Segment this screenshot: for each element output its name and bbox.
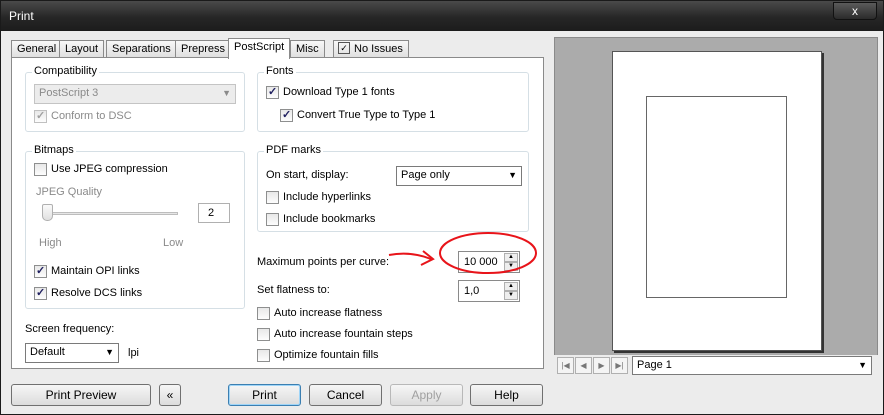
convert-truetype-checkbox[interactable] [280,108,293,122]
tab-misc[interactable]: Misc [290,40,325,58]
bitmaps-label: Bitmaps [32,144,76,156]
first-page-icon[interactable]: |◀ [557,357,574,374]
maintain-opi-checkbox[interactable] [34,264,47,278]
tab-general[interactable]: General [11,40,63,58]
compatibility-group: Compatibility PostScript 3 ▼ Conform to … [25,65,245,132]
page-select[interactable]: Page 1 ▼ [632,356,872,375]
compatibility-label: Compatibility [32,65,99,77]
include-bookmarks-checkbox[interactable] [266,213,279,226]
optimize-fountain-label: Optimize fountain fills [274,349,379,361]
apply-button[interactable]: Apply [390,384,463,406]
auto-fountain-checkbox[interactable] [257,328,270,341]
next-page-icon[interactable]: ▶ [593,357,610,374]
jpeg-quality-slider-thumb[interactable] [42,204,53,221]
auto-fountain-label: Auto increase fountain steps [274,328,413,340]
conform-dsc-label: Conform to DSC [51,110,132,122]
postscript-panel: Compatibility PostScript 3 ▼ Conform to … [11,57,544,369]
pdf-marks-label: PDF marks [264,144,323,156]
preview-page [612,51,822,351]
chevron-down-icon: ▼ [105,347,114,357]
include-bookmarks-label: Include bookmarks [283,213,376,225]
collapse-preview-button[interactable]: « [159,384,181,406]
start-display-select[interactable]: Page only ▼ [396,166,522,186]
maintain-opi-label: Maintain OPI links [51,265,140,277]
download-type1-checkbox[interactable] [266,85,279,99]
start-display-label: On start, display: [266,169,349,181]
max-points-value: 10 000 [464,256,498,268]
print-button[interactable]: Print [228,384,301,406]
start-display-value: Page only [401,169,450,181]
resolve-dcs-checkbox[interactable] [34,286,47,300]
flatness-label: Set flatness to: [257,284,330,296]
screen-frequency-select[interactable]: Default ▼ [25,343,119,363]
include-hyperlinks-label: Include hyperlinks [283,191,372,203]
print-preview-pane [554,37,878,377]
spin-down-icon[interactable]: ▼ [504,262,518,271]
spin-down-icon[interactable]: ▼ [504,291,518,300]
checklist-icon: ✓ [338,42,350,54]
download-type1-label: Download Type 1 fonts [283,86,395,98]
flatness-value: 1,0 [464,285,480,297]
preview-navigation: |◀ ◀ ▶ ▶| Page 1 ▼ [554,355,878,377]
spin-up-icon[interactable]: ▲ [504,253,518,262]
tab-prepress[interactable]: Prepress [175,40,232,58]
tab-layout[interactable]: Layout [59,40,105,58]
spin-up-icon[interactable]: ▲ [504,282,518,291]
print-preview-button[interactable]: Print Preview [11,384,151,406]
chevron-down-icon: ▼ [222,88,231,98]
max-points-input[interactable]: 10 000 ▲ ▼ [458,251,520,273]
last-page-icon[interactable]: ▶| [611,357,628,374]
window-title: Print [9,9,34,23]
fonts-label: Fonts [264,65,296,77]
postscript-level-select[interactable]: PostScript 3 ▼ [34,84,236,104]
slider-high-label: High [39,237,62,249]
max-points-label: Maximum points per curve: [257,256,390,268]
flatness-input[interactable]: 1,0 ▲ ▼ [458,280,520,302]
optimize-fountain-checkbox[interactable] [257,349,270,362]
print-dialog: Print x General Layout Separations Prepr… [0,0,884,415]
jpeg-compression-label: Use JPEG compression [51,163,168,175]
chevron-down-icon: ▼ [508,170,517,180]
bitmaps-group: Bitmaps Use JPEG compression JPEG Qualit… [25,144,245,309]
resolve-dcs-label: Resolve DCS links [51,287,143,299]
screen-frequency-value: Default [30,346,65,358]
fonts-group: Fonts Download Type 1 fonts Convert True… [257,65,529,132]
conform-dsc-checkbox[interactable] [34,109,47,123]
convert-truetype-label: Convert True Type to Type 1 [297,109,436,121]
jpeg-quality-value[interactable]: 2 [198,203,230,223]
auto-flatness-checkbox[interactable] [257,307,270,320]
help-button[interactable]: Help [470,384,543,406]
screen-frequency-label: Screen frequency: [25,323,115,335]
tab-no-issues-label: No Issues [354,43,403,55]
title-bar: Print x [1,1,883,31]
jpeg-quality-slider-track[interactable] [42,212,178,215]
tab-no-issues[interactable]: ✓ No Issues [333,40,409,58]
tab-postscript[interactable]: PostScript [228,38,291,59]
tab-separations[interactable]: Separations [106,40,177,58]
chevron-down-icon: ▼ [858,360,867,370]
double-chevron-left-icon: « [166,388,174,402]
close-icon: x [852,4,858,18]
pdf-marks-group: PDF marks On start, display: Page only ▼… [257,144,529,232]
postscript-level-value: PostScript 3 [39,87,99,99]
auto-flatness-label: Auto increase flatness [274,307,383,319]
previous-page-icon[interactable]: ◀ [575,357,592,374]
jpeg-compression-checkbox[interactable] [34,163,47,176]
cancel-button[interactable]: Cancel [309,384,382,406]
include-hyperlinks-checkbox[interactable] [266,191,279,204]
close-button[interactable]: x [833,2,877,20]
page-select-value: Page 1 [637,359,672,371]
jpeg-quality-label: JPEG Quality [36,186,103,198]
slider-low-label: Low [163,237,184,249]
lpi-unit-label: lpi [128,347,140,359]
preview-printable-area [646,96,787,298]
